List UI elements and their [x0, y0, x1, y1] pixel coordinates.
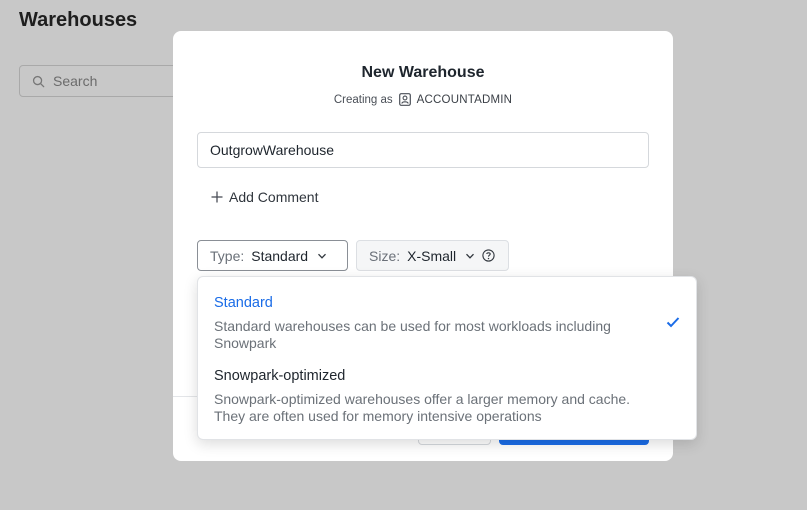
- page-title: Warehouses: [19, 9, 138, 31]
- size-label: Size:: [369, 247, 401, 264]
- chevron-down-icon: [318, 253, 327, 259]
- option-description: Snowpark-optimized warehouses offer a la…: [214, 391, 631, 424]
- creating-as-row: Creating as ACCOUNTADMIN: [173, 93, 673, 106]
- role-name: ACCOUNTADMIN: [416, 93, 513, 106]
- search-icon: [32, 75, 45, 87]
- option-title: Snowpark-optimized: [214, 368, 346, 384]
- option-title: Standard: [214, 295, 273, 311]
- add-comment-button[interactable]: Add Comment: [211, 189, 318, 205]
- dialog-title: New Warehouse: [361, 64, 485, 81]
- type-select[interactable]: Type: Standard: [197, 240, 348, 271]
- warehouse-name-input[interactable]: [197, 132, 649, 168]
- type-value: Standard: [251, 247, 309, 264]
- size-select[interactable]: Size: X-Small: [356, 240, 509, 271]
- option-snowpark-optimized[interactable]: Snowpark-optimized Snowpark-optimized wa…: [214, 367, 680, 425]
- search-input[interactable]: Search: [19, 65, 189, 97]
- checkmark-icon: [666, 317, 680, 328]
- size-value: X-Small: [407, 247, 457, 264]
- search-placeholder: Search: [53, 73, 98, 89]
- chevron-down-icon: [466, 253, 475, 259]
- type-label: Type:: [210, 247, 245, 264]
- plus-icon: [211, 191, 223, 203]
- option-standard[interactable]: Standard Standard warehouses can be used…: [214, 294, 680, 352]
- help-circle-icon[interactable]: [482, 249, 495, 262]
- user-badge-icon: [398, 93, 411, 106]
- type-dropdown-menu: Standard Standard warehouses can be used…: [197, 276, 697, 440]
- add-comment-label: Add Comment: [229, 189, 319, 205]
- option-description: Standard warehouses can be used for most…: [214, 318, 611, 351]
- creating-as-label: Creating as: [333, 93, 393, 106]
